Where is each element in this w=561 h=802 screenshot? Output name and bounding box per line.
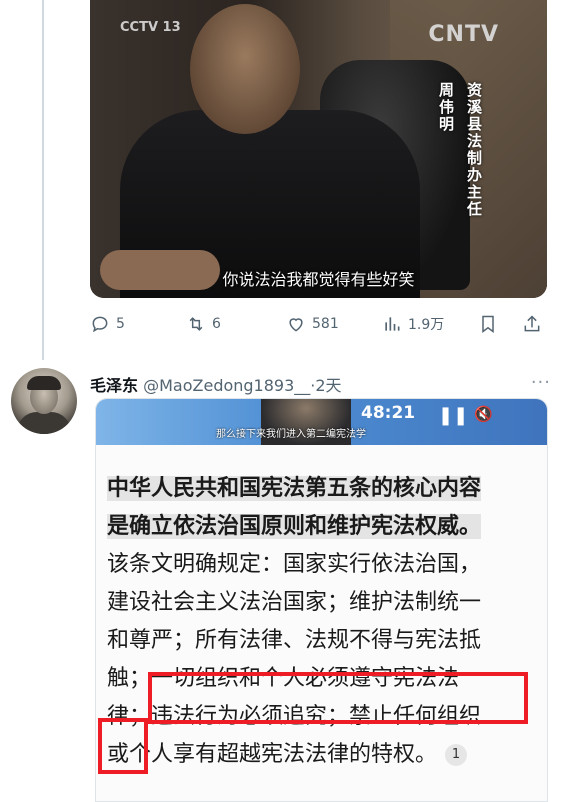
video-media[interactable]: CCTV 13 CNTV 周伟明 资溪县法制办主任 你说法治我都觉得有些好笑 [90, 0, 547, 298]
caption-name: 周伟明 [437, 82, 455, 133]
red-highlight-box [148, 672, 528, 724]
article-line: 建设社会主义法治国家；维护法制统一 [107, 590, 482, 615]
reply-author[interactable]: 毛泽东 @MaoZedong1893__·2天 [90, 372, 342, 396]
views-count: 1.9万 [408, 317, 445, 333]
share-icon [524, 315, 540, 332]
more-options-icon[interactable]: ··· [531, 372, 551, 393]
video-person-head [190, 4, 300, 134]
author-handle-time[interactable]: @MaoZedong1893__·2天 [143, 376, 341, 395]
caption-title: 资溪县法制办主任 [465, 82, 483, 218]
views-button[interactable]: 1.9万 [382, 314, 444, 334]
cntv-logo: CNTV [428, 22, 499, 47]
article-line: 是确立依法治国原则和维护宪法权威。 [107, 514, 482, 539]
reply-icon [92, 316, 108, 333]
author-name[interactable]: 毛泽东 [90, 376, 138, 395]
avatar-hair [27, 376, 61, 390]
article-text: 中华人民共和国宪法第五条的核心内容 是确立依法治国原则和维护宪法权威。 该条文明… [107, 470, 547, 774]
like-count: 581 [312, 316, 339, 332]
bookmark-button[interactable] [478, 314, 498, 334]
like-button[interactable]: 581 [286, 314, 339, 334]
article-line: 和尊严；所有法律、法规不得与宪法抵 [107, 628, 482, 653]
bookmark-icon [482, 315, 494, 333]
views-icon [385, 317, 400, 331]
tweet-action-bar: 5 6 581 1.9万 [90, 310, 550, 338]
retweet-button[interactable]: 6 [186, 314, 221, 334]
red-highlight-box-small [98, 718, 148, 774]
cctv-logo: CCTV 13 [120, 20, 181, 35]
thread-connector-line [42, 0, 44, 360]
embedded-video-subtitle: 那么接下来我们进入第二编宪法学 [216, 429, 366, 440]
share-button[interactable] [522, 314, 542, 334]
article-line: 或个人享有超越宪法法律的特权。 1 [107, 736, 547, 774]
mute-icon[interactable]: 🔇 [474, 405, 493, 423]
heart-icon [289, 318, 303, 332]
video-time: 48:21 [361, 403, 416, 423]
retweet-count: 6 [212, 316, 221, 332]
video-subtitle: 你说法治我都觉得有些好笑 [222, 270, 415, 289]
avatar-coat [17, 412, 71, 434]
reply-count: 5 [116, 316, 125, 332]
article-line: 该条文明确规定：国家实行依法治国， [107, 552, 482, 577]
reply-button[interactable]: 5 [90, 314, 125, 334]
article-line: 中华人民共和国宪法第五条的核心内容 [107, 476, 482, 501]
footnote-badge[interactable]: 1 [445, 744, 468, 766]
avatar[interactable] [11, 368, 77, 434]
retweet-icon [189, 317, 203, 331]
pause-icon[interactable]: ❚❚ [438, 405, 468, 426]
